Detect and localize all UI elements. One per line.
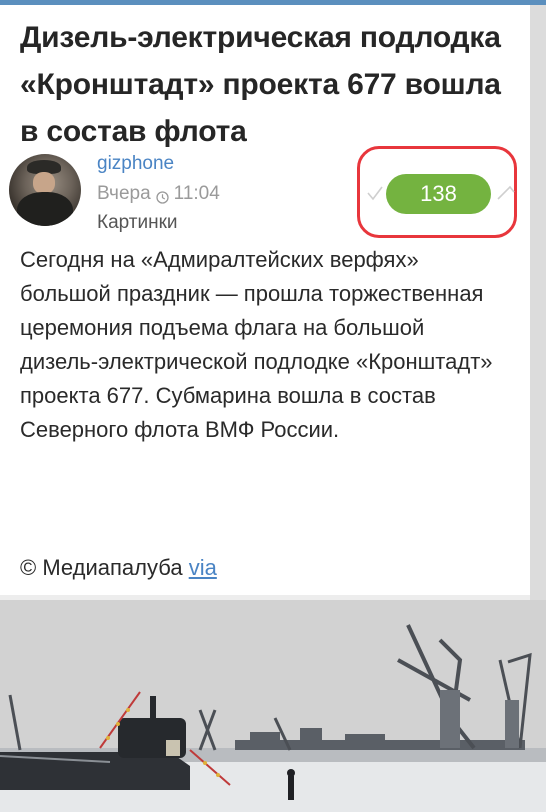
post-title[interactable]: Дизель-электрическая подлодка «Кронштадт… xyxy=(20,14,525,155)
source-line: © Медиапалуба via xyxy=(20,551,217,585)
post-body: Сегодня на «Адмиралтейских верфях» больш… xyxy=(20,247,493,442)
clock-icon xyxy=(156,188,169,204)
avatar[interactable] xyxy=(9,154,81,226)
source-via-link[interactable]: via xyxy=(189,555,217,580)
author-link[interactable]: gizphone xyxy=(97,153,174,175)
source-text: © Медиапалуба xyxy=(20,555,183,580)
scroll-edge xyxy=(530,5,546,600)
avatar-uniform xyxy=(17,192,73,226)
date-label: Вчера xyxy=(97,183,151,204)
post-timestamp: Вчера 11:04 xyxy=(97,183,220,205)
score-badge: 138 xyxy=(386,174,491,214)
chevron-up-icon[interactable] xyxy=(496,183,516,203)
avatar-face xyxy=(33,172,55,194)
chevron-down-icon[interactable] xyxy=(365,183,385,203)
post-image[interactable] xyxy=(0,600,546,812)
hub-link[interactable]: Картинки xyxy=(97,212,178,234)
submarine-photo xyxy=(0,600,546,812)
time-label: 11:04 xyxy=(173,183,220,204)
